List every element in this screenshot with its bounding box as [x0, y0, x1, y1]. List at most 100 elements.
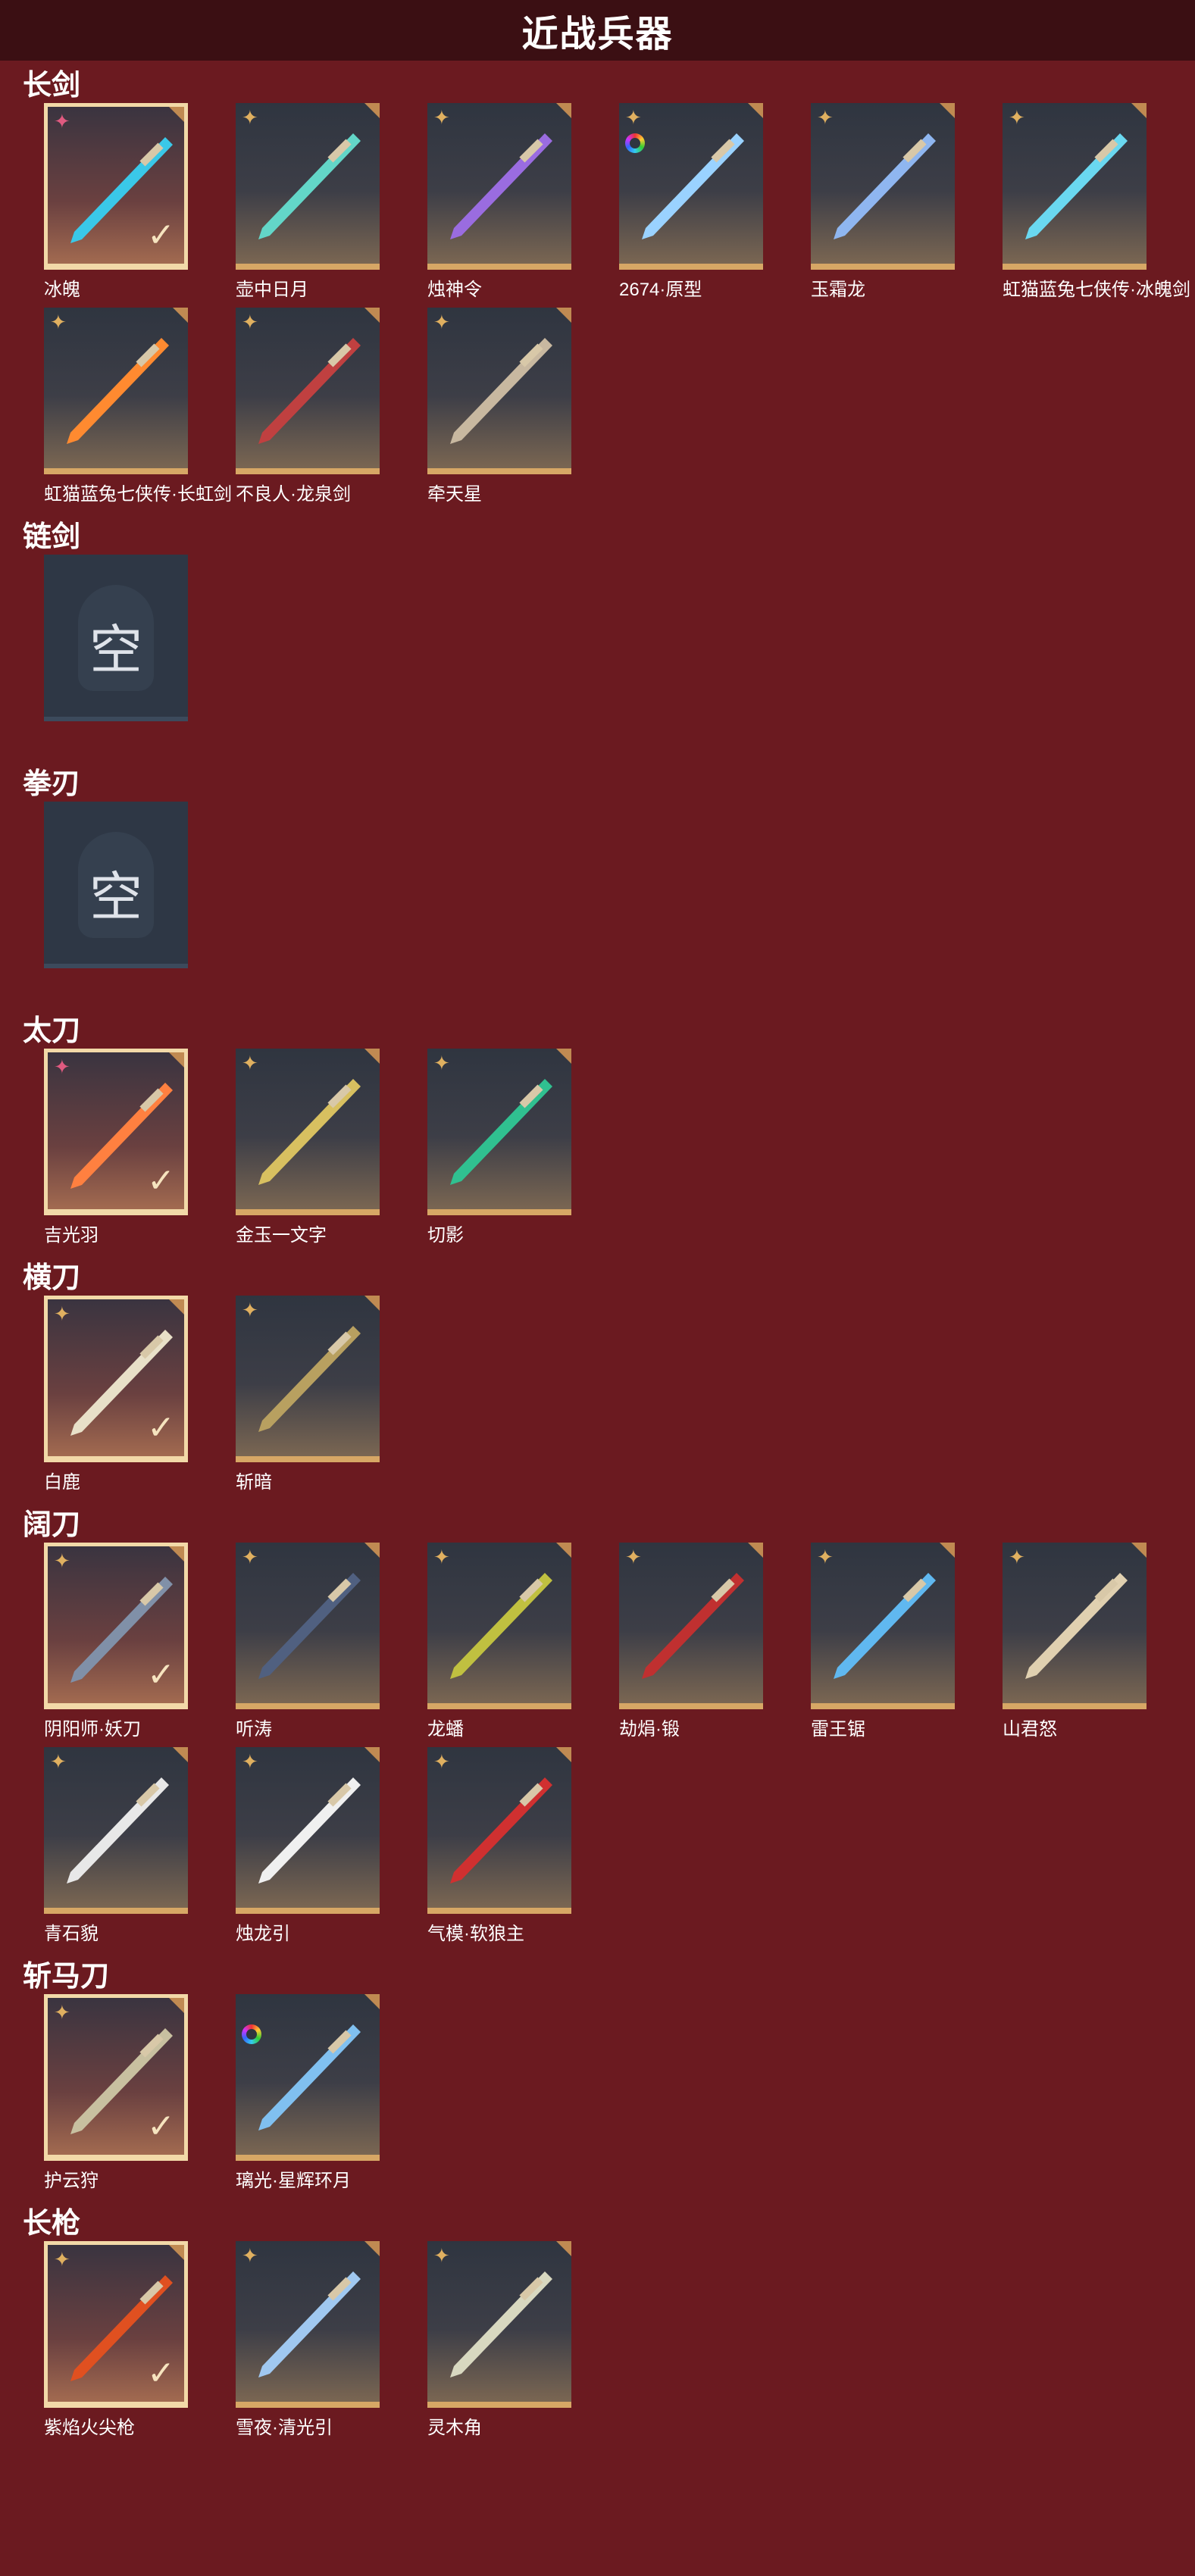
weapon-image	[258, 1326, 361, 1432]
weapon-tile[interactable]: ✦ ✓	[44, 1543, 188, 1709]
rarity-star-icon: ✦	[242, 311, 258, 333]
weapon-name	[44, 973, 236, 999]
weapon-tile[interactable]: ✦	[1003, 1543, 1147, 1709]
weapon-tile[interactable]: ✦	[427, 2241, 571, 2408]
weapon-card[interactable]: ✦ 龙蟠	[427, 1543, 619, 1740]
corner-marker-icon	[556, 2241, 571, 2256]
weapon-name: 金玉一文字	[236, 1225, 327, 1246]
weapon-tile[interactable]: ✦	[427, 1747, 571, 1914]
weapon-image	[258, 338, 361, 444]
rarity-star-icon: ✦	[54, 110, 70, 133]
weapon-image	[450, 338, 552, 444]
weapon-tile[interactable]: ✦	[236, 2241, 380, 2408]
weapon-grid: ✦ ✓ 白鹿 ✦ 斩暗	[0, 1296, 1195, 1500]
weapon-tile[interactable]: ✦	[236, 103, 380, 270]
weapon-tile[interactable]: ✦	[427, 1049, 571, 1215]
weapon-section: 链剑空	[0, 512, 1195, 759]
weapon-card[interactable]: ✦ ✓ 紫焰火尖枪	[44, 2241, 236, 2438]
weapon-card[interactable]: ✦ 气模·软狼主	[427, 1747, 619, 1944]
weapon-tile[interactable]: ✦	[44, 308, 188, 474]
weapon-tile[interactable]: ✦	[236, 308, 380, 474]
rarity-star-icon: ✦	[54, 1302, 70, 1325]
weapon-tile[interactable]: ✦ ✓	[44, 2241, 188, 2408]
weapon-card[interactable]: ✦ 金玉一文字	[236, 1049, 427, 1246]
weapon-tile[interactable]: ✦ ✓	[44, 103, 188, 270]
weapon-tile[interactable]	[236, 1994, 380, 2161]
weapon-tile[interactable]: ✦ ✓	[44, 1296, 188, 1462]
weapon-grid: 空	[0, 802, 1195, 1006]
weapon-tile[interactable]: ✦	[236, 1049, 380, 1215]
weapon-card[interactable]: ✦ 壶中日月	[236, 103, 427, 300]
weapon-card[interactable]: 璃光·星辉环月	[236, 1994, 427, 2191]
weapon-card[interactable]: 空	[44, 802, 236, 999]
rarity-star-icon: ✦	[817, 106, 834, 129]
weapon-card[interactable]: 空	[44, 555, 236, 752]
weapon-tile[interactable]: ✦	[619, 103, 763, 270]
weapon-card[interactable]: ✦ 山君怒	[1003, 1543, 1194, 1740]
weapon-card[interactable]: ✦ 2674·原型	[619, 103, 811, 300]
weapon-name: 龙蟠	[427, 1719, 464, 1740]
weapon-image	[834, 133, 936, 239]
equipped-check-icon: ✓	[147, 1409, 175, 1446]
weapon-card[interactable]: ✦ 雪夜·清光引	[236, 2241, 427, 2438]
weapon-card[interactable]: ✦ 切影	[427, 1049, 619, 1246]
empty-slot[interactable]: 空	[44, 555, 188, 721]
weapon-name: 壶中日月	[236, 280, 308, 300]
weapon-card[interactable]: ✦ 青石貌	[44, 1747, 236, 1944]
weapon-name	[44, 726, 236, 752]
weapon-section: 长枪 ✦ ✓ 紫焰火尖枪 ✦ 雪夜·清光引 ✦ 灵木角	[0, 2199, 1195, 2446]
weapon-tile[interactable]: ✦	[427, 308, 571, 474]
weapon-image	[450, 1777, 552, 1884]
weapon-name: 阴阳师·妖刀	[44, 1719, 141, 1740]
weapon-card[interactable]: ✦ ✓ 护云狩	[44, 1994, 236, 2191]
corner-marker-icon	[556, 103, 571, 118]
weapon-tile[interactable]: ✦	[619, 1543, 763, 1709]
weapon-tile[interactable]: ✦	[811, 103, 955, 270]
weapon-image	[258, 1777, 361, 1884]
page-title-bar: 近战兵器	[0, 0, 1195, 61]
weapon-card[interactable]: ✦ 雷王锯	[811, 1543, 1003, 1740]
weapon-tile[interactable]: ✦	[236, 1543, 380, 1709]
weapon-card[interactable]: ✦ 虹猫蓝兔七侠传·长虹剑	[44, 308, 236, 505]
weapon-card[interactable]: ✦ ✓ 阴阳师·妖刀	[44, 1543, 236, 1740]
weapon-card[interactable]: ✦ 听涛	[236, 1543, 427, 1740]
rarity-star-icon: ✦	[54, 1055, 70, 1078]
weapon-name: 紫焰火尖枪	[44, 2418, 135, 2438]
weapon-card[interactable]: ✦ ✓ 冰魄	[44, 103, 236, 300]
weapon-image	[67, 1777, 169, 1884]
section-title: 横刀	[23, 1262, 81, 1294]
section-title: 斩马刀	[23, 1961, 110, 1993]
weapon-card[interactable]: ✦ ✓ 白鹿	[44, 1296, 236, 1493]
weapon-tile[interactable]: ✦ ✓	[44, 1049, 188, 1215]
weapon-card[interactable]: ✦ 玉霜龙	[811, 103, 1003, 300]
empty-slot[interactable]: 空	[44, 802, 188, 968]
weapon-tile[interactable]: ✦	[811, 1543, 955, 1709]
weapon-name: 灵木角	[427, 2418, 482, 2438]
weapon-tile[interactable]: ✦	[1003, 103, 1147, 270]
weapon-tile[interactable]: ✦	[427, 1543, 571, 1709]
weapon-card[interactable]: ✦ 虹猫蓝兔七侠传·冰魄剑	[1003, 103, 1194, 300]
empty-label: 空	[89, 621, 142, 680]
weapon-card[interactable]: ✦ 不良人·龙泉剑	[236, 308, 427, 505]
weapon-card[interactable]: ✦ 烛神令	[427, 103, 619, 300]
rarity-star-icon: ✦	[433, 1052, 450, 1074]
weapon-image	[642, 133, 744, 239]
weapon-card[interactable]: ✦ 灵木角	[427, 2241, 619, 2438]
weapon-card[interactable]: ✦ ✓ 吉光羽	[44, 1049, 236, 1246]
weapon-tile[interactable]: ✦ ✓	[44, 1994, 188, 2161]
corner-marker-icon	[556, 1049, 571, 1064]
corner-marker-icon	[169, 1546, 184, 1562]
weapon-card[interactable]: ✦ 劫焆·锻	[619, 1543, 811, 1740]
weapon-tile[interactable]: ✦	[44, 1747, 188, 1914]
weapon-card[interactable]: ✦ 烛龙引	[236, 1747, 427, 1944]
weapon-tile[interactable]: ✦	[427, 103, 571, 270]
weapon-tile[interactable]: ✦	[236, 1747, 380, 1914]
weapon-image	[258, 133, 361, 239]
weapon-name: 听涛	[236, 1719, 272, 1740]
corner-marker-icon	[364, 308, 380, 323]
rarity-star-icon: ✦	[242, 2244, 258, 2267]
weapon-card[interactable]: ✦ 斩暗	[236, 1296, 427, 1493]
weapon-image	[1025, 133, 1128, 239]
weapon-card[interactable]: ✦ 牵天星	[427, 308, 619, 505]
weapon-tile[interactable]: ✦	[236, 1296, 380, 1462]
